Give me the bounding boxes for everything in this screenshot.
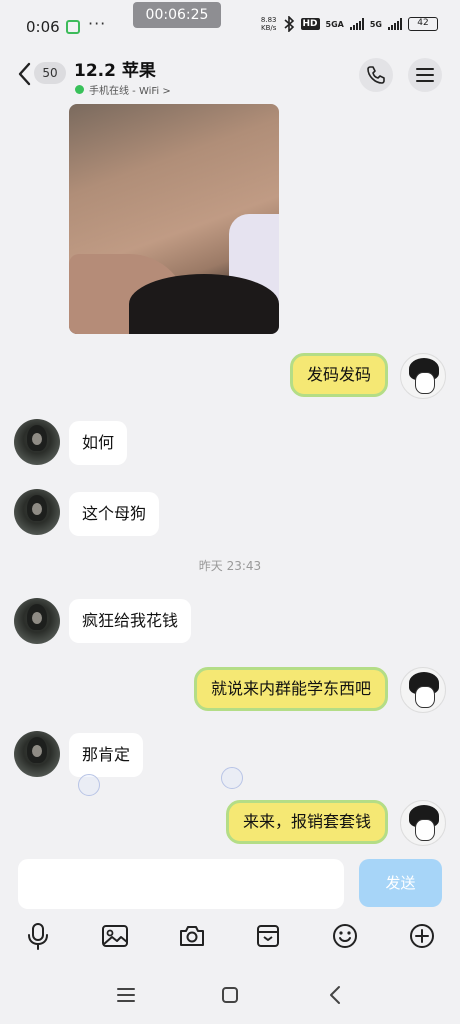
more-notifications-icon: ··· xyxy=(88,14,107,33)
system-nav-bar xyxy=(0,968,460,1024)
nav-home-icon[interactable] xyxy=(217,982,243,1008)
contact-avatar[interactable] xyxy=(14,419,60,465)
recording-timer: 00:06:25 xyxy=(133,2,221,28)
camera-icon[interactable] xyxy=(176,920,208,952)
status-bar: 0:06 ··· 00:06:25 8.83 KB/s HD 5GA 5G 42 xyxy=(0,0,460,50)
online-status-text: 手机在线 - WiFi > xyxy=(89,86,171,97)
hd-badge: HD xyxy=(300,18,320,30)
status-time: 0:06 xyxy=(26,18,60,36)
chat-title[interactable]: 12.2 苹果 xyxy=(74,56,156,81)
message-bubble-out[interactable]: 发码发码 xyxy=(289,353,388,397)
nav-back-icon[interactable] xyxy=(322,982,348,1008)
message-timestamp: 昨天 23:43 xyxy=(198,559,262,573)
unread-badge[interactable]: 50 xyxy=(34,62,66,84)
online-status[interactable]: 手机在线 - WiFi > xyxy=(75,82,171,97)
shield-icon xyxy=(66,20,80,34)
signal-icon-2 xyxy=(388,18,402,30)
contact-avatar[interactable] xyxy=(14,489,60,535)
message-bubble-out[interactable]: 就说来内群能学东西吧 xyxy=(193,667,388,711)
contact-avatar[interactable] xyxy=(14,598,60,644)
message-bubble-out[interactable]: 来来，报销套套钱 xyxy=(225,800,388,844)
battery-icon: 42 xyxy=(408,17,438,31)
network-type-1: 5GA xyxy=(325,19,344,29)
my-avatar[interactable] xyxy=(400,353,446,399)
chat-header: 50 12.2 苹果 手机在线 - WiFi > xyxy=(0,50,460,102)
menu-button[interactable] xyxy=(408,58,442,92)
touch-indicator xyxy=(221,767,243,789)
wallet-icon[interactable] xyxy=(252,920,284,952)
status-indicators: 8.83 KB/s HD 5GA 5G 42 xyxy=(261,16,438,32)
photo-detail-shadow xyxy=(129,274,279,334)
input-toolbar xyxy=(0,916,460,960)
image-icon[interactable] xyxy=(99,920,131,952)
contact-avatar[interactable] xyxy=(14,731,60,777)
menu-icon xyxy=(416,68,434,82)
my-avatar[interactable] xyxy=(400,800,446,846)
touch-indicator xyxy=(78,774,100,796)
photo-message[interactable] xyxy=(69,104,279,334)
back-icon[interactable] xyxy=(14,60,36,88)
call-button[interactable] xyxy=(359,58,393,92)
emoji-icon[interactable] xyxy=(329,920,361,952)
plus-icon[interactable] xyxy=(406,920,438,952)
phone-icon xyxy=(367,66,385,84)
online-dot xyxy=(75,85,84,94)
bluetooth-icon xyxy=(283,16,294,32)
mic-icon[interactable] xyxy=(22,920,54,952)
my-avatar[interactable] xyxy=(400,667,446,713)
message-bubble-in[interactable]: 那肯定 xyxy=(69,733,144,777)
network-type-2: 5G xyxy=(369,19,382,29)
signal-icon xyxy=(349,18,364,30)
nav-recents-icon[interactable] xyxy=(113,982,139,1008)
network-speed: 8.83 KB/s xyxy=(260,16,277,32)
message-input[interactable] xyxy=(18,859,344,909)
input-bar: 发送 xyxy=(0,852,460,916)
message-bubble-in[interactable]: 这个母狗 xyxy=(69,492,160,536)
message-bubble-in[interactable]: 疯狂给我花钱 xyxy=(69,599,192,643)
send-button[interactable]: 发送 xyxy=(359,859,442,907)
message-bubble-in[interactable]: 如何 xyxy=(69,421,128,465)
